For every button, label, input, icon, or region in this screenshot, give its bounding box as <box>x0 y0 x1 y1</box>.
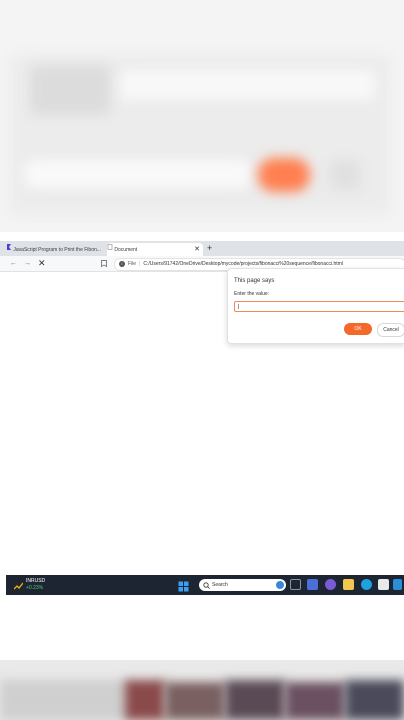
store-icon[interactable] <box>378 579 389 590</box>
back-icon[interactable]: ← <box>10 256 17 271</box>
search-highlight-icon <box>276 581 284 589</box>
start-icon[interactable] <box>178 579 189 592</box>
tab-fibonacci-article[interactable]: JavaScript Program to Print the Fibon... <box>6 243 106 256</box>
tab-document[interactable]: Document ✕ <box>107 243 203 256</box>
forward-icon[interactable]: → <box>24 256 31 271</box>
task-view-icon[interactable] <box>290 579 301 590</box>
page-icon <box>107 243 113 256</box>
address-separator: | <box>139 261 141 267</box>
teams-chat-icon[interactable] <box>325 579 336 590</box>
blurred-background-bottom <box>0 660 404 720</box>
ok-button[interactable]: OK <box>344 323 372 335</box>
reading-mode-icon[interactable] <box>101 256 107 271</box>
close-tab-icon[interactable]: ✕ <box>194 243 200 256</box>
taskbar: INRUSD +0.23% Search <box>6 575 404 595</box>
search-icon <box>203 581 210 589</box>
widget-change: +0.23% <box>26 585 44 591</box>
url-text: C:/Users/91742/OneDrive/Desktop/mycode/p… <box>143 261 343 267</box>
widget-symbol: INRUSD <box>26 578 46 584</box>
currency-widget[interactable]: INRUSD +0.23% <box>13 578 45 596</box>
new-tab-button[interactable]: + <box>207 242 212 255</box>
stop-loading-icon[interactable]: ✕ <box>38 256 46 271</box>
info-icon: i <box>119 260 125 267</box>
dialog-label: Enter the value: <box>234 291 270 297</box>
blurred-background-top <box>0 0 404 232</box>
edge-browser-icon[interactable] <box>361 579 372 590</box>
dialog-title: This page says <box>234 278 275 284</box>
tab-label: JavaScript Program to Print the Fibon... <box>13 246 101 253</box>
tab-label: Document <box>114 246 138 253</box>
value-input[interactable] <box>234 301 404 312</box>
taskbar-search[interactable]: Search <box>199 579 286 591</box>
mail-icon[interactable] <box>393 579 402 590</box>
cancel-button[interactable]: Cancel <box>377 323 404 337</box>
tab-strip: JavaScript Program to Print the Fibon...… <box>0 241 404 256</box>
search-placeholder: Search <box>212 582 228 588</box>
chart-trend-icon <box>13 582 24 590</box>
site-favicon-icon <box>6 243 12 256</box>
file-explorer-icon[interactable] <box>343 579 354 590</box>
file-scheme-label: File <box>128 261 137 267</box>
widgets-icon[interactable] <box>307 579 318 590</box>
prompt-dialog: This page says Enter the value: OK Cance… <box>227 268 404 344</box>
